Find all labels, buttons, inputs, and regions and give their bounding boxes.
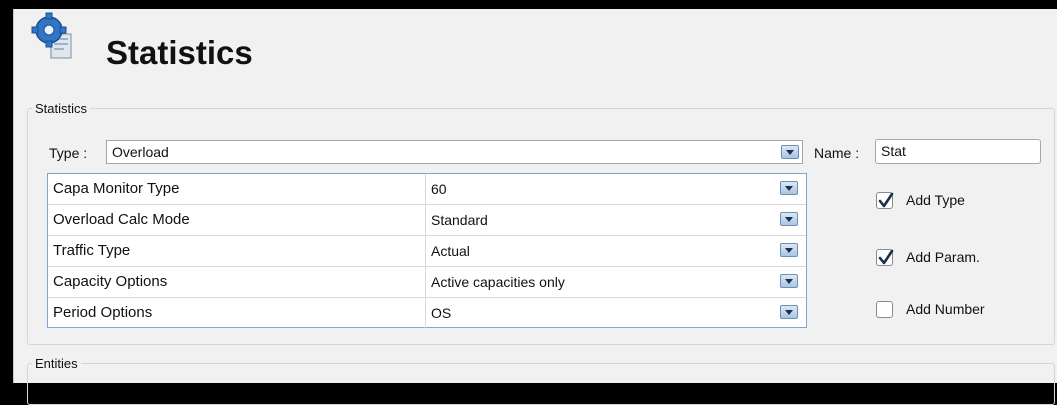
param-value-select[interactable]: Standard: [425, 205, 806, 235]
param-value: OS: [431, 305, 452, 321]
table-row: Capacity Options Active capacities only: [48, 267, 806, 298]
add-type-label: Add Type: [906, 192, 965, 208]
param-value-select[interactable]: Actual: [425, 236, 806, 266]
statistics-group-legend: Statistics: [32, 101, 91, 116]
param-value-select[interactable]: 60: [425, 174, 806, 204]
name-field[interactable]: Stat: [875, 139, 1041, 164]
page-title: Statistics: [106, 34, 253, 71]
add-number-checkbox[interactable]: [876, 301, 893, 318]
statistics-gear-icon: [31, 12, 72, 59]
name-label: Name :: [814, 145, 860, 161]
param-name: Traffic Type: [53, 242, 131, 259]
add-param-label: Add Param.: [906, 249, 980, 265]
chevron-down-icon[interactable]: [780, 243, 798, 257]
param-name: Capacity Options: [53, 273, 168, 290]
chevron-down-icon[interactable]: [780, 181, 798, 195]
param-value-select[interactable]: OS: [425, 298, 806, 328]
param-value: 60: [431, 181, 447, 197]
table-row: Period Options OS: [48, 298, 806, 329]
type-select-value: Overload: [112, 144, 169, 160]
chevron-down-icon[interactable]: [780, 274, 798, 288]
add-param-checkbox[interactable]: [876, 249, 894, 266]
table-row: Traffic Type Actual: [48, 236, 806, 267]
table-row: Overload Calc Mode Standard: [48, 205, 806, 236]
param-name: Overload Calc Mode: [53, 211, 190, 228]
type-label: Type :: [49, 145, 88, 161]
chevron-down-icon[interactable]: [781, 145, 799, 159]
entities-group: [27, 363, 1055, 405]
checkmark-icon: [878, 192, 894, 208]
param-name: Capa Monitor Type: [53, 180, 180, 197]
add-type-checkbox[interactable]: [876, 192, 894, 209]
param-value: Standard: [431, 212, 488, 228]
param-name: Period Options: [53, 304, 153, 321]
param-value: Actual: [431, 243, 470, 259]
table-row: Capa Monitor Type 60: [48, 174, 806, 205]
chevron-down-icon[interactable]: [780, 305, 798, 319]
chevron-down-icon[interactable]: [780, 212, 798, 226]
entities-group-legend: Entities: [32, 356, 81, 371]
param-value-select[interactable]: Active capacities only: [425, 267, 806, 297]
add-number-label: Add Number: [906, 301, 985, 317]
param-value: Active capacities only: [431, 274, 565, 290]
checkmark-icon: [878, 249, 894, 265]
type-select[interactable]: Overload: [106, 140, 803, 164]
parameter-grid: Capa Monitor Type 60 Overload Calc Mode …: [47, 173, 807, 328]
